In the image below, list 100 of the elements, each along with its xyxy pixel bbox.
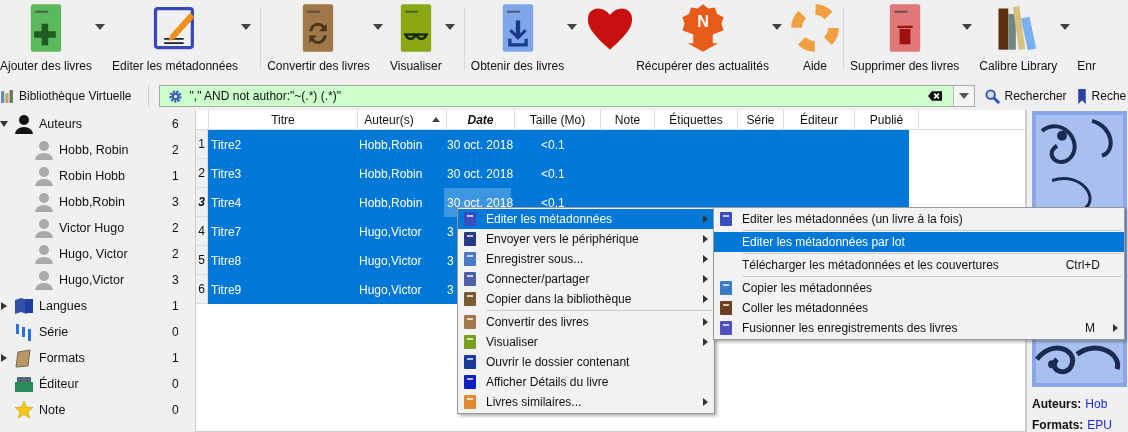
caret-icon: [372, 24, 383, 30]
row-number: 6: [196, 275, 208, 304]
tag-label[interactable]: Hugo,Victor: [59, 273, 172, 287]
table-cell: 30 oct. 2018: [447, 137, 514, 152]
shortcut-label: M: [1085, 321, 1095, 335]
toolbar-button[interactable]: Visualiser: [389, 2, 442, 78]
caret-icon: [962, 24, 973, 30]
menu-item[interactable]: Visualiser: [458, 332, 714, 352]
person-icon: [34, 140, 54, 160]
tag-label[interactable]: Hobb,Robin: [59, 195, 172, 209]
tag-label[interactable]: Hobb, Robin: [59, 143, 172, 157]
expand-arrow-icon[interactable]: [0, 354, 8, 362]
tag-label[interactable]: Éditeur: [39, 377, 172, 391]
column-header[interactable]: Auteur(s): [358, 110, 447, 129]
table-row[interactable]: Titre2 Hobb,Robin 30 oct. 2018 <0.1: [208, 130, 909, 159]
menu-item[interactable]: Editer les métadonnées par lot: [714, 232, 1124, 252]
submenu-arrow-icon: [703, 275, 708, 283]
submenu-arrow-icon: [703, 235, 708, 243]
menu-item[interactable]: Afficher Détails du livre: [458, 372, 714, 392]
tag-label[interactable]: Robin Hobb: [59, 169, 172, 183]
toolbar-button[interactable]: Convertir des livres: [267, 2, 370, 78]
row-number: 5: [196, 246, 208, 275]
column-header[interactable]: Publié: [855, 110, 919, 129]
search-button[interactable]: Rechercher: [984, 84, 1067, 108]
toolbar-button[interactable]: Obtenir des livres: [470, 2, 565, 78]
field-label: Auteurs:: [1032, 396, 1082, 411]
tag-label[interactable]: Langues: [39, 299, 172, 313]
field-link[interactable]: Hob: [1085, 396, 1108, 411]
table-cell: Hugo,Victor: [359, 282, 422, 297]
tag-count: 1: [172, 169, 180, 183]
bookmark-icon: [1076, 88, 1087, 104]
toolbar-button[interactable]: Editer les métadonnées: [112, 2, 239, 78]
clear-icon[interactable]: [927, 91, 942, 101]
table-row[interactable]: Titre3 Hobb,Robin 30 oct. 2018 <0.1: [208, 159, 909, 188]
menu-item[interactable]: Fusionner les enregistrements des livres M: [714, 318, 1124, 338]
tag-label[interactable]: Hugo, Victor: [59, 247, 172, 261]
tag-label[interactable]: Victor Hugo: [59, 221, 172, 235]
menu-item-icon: [718, 280, 734, 296]
menu-item[interactable]: Livres similaires...: [458, 392, 714, 412]
tag-count: 6: [172, 117, 180, 131]
row-number: 4: [196, 217, 208, 246]
toolbar-button[interactable]: Supprimer des livres: [849, 2, 960, 78]
saved-search-button[interactable]: Reche: [1076, 84, 1127, 108]
lifebuoy-icon: [788, 2, 841, 54]
column-header[interactable]: Éditeur: [784, 110, 855, 129]
menu-item[interactable]: Editer les métadonnées: [458, 209, 714, 229]
tag-label[interactable]: Série: [39, 325, 172, 339]
toolbar-button[interactable]: N Récupérer des actualités: [636, 2, 769, 78]
search-field[interactable]: "," AND not author:"~(.*) (.*)": [158, 85, 975, 107]
menu-item-icon: [462, 271, 478, 287]
menu-item-icon: [462, 374, 478, 390]
menu-item-icon: [462, 394, 478, 410]
column-header[interactable]: Étiquettes: [655, 110, 738, 129]
tag-label[interactable]: Formats: [39, 351, 172, 365]
virtual-library-button[interactable]: Bibliothèque Virtuelle: [0, 84, 138, 108]
column-header[interactable]: Date: [447, 110, 515, 129]
menu-item[interactable]: Ouvrir le dossier contenant: [458, 352, 714, 372]
column-header[interactable]: Titre: [209, 110, 358, 129]
table-cell: <0.1: [541, 166, 565, 181]
column-header[interactable]: Note: [601, 110, 655, 129]
tag-count: 2: [172, 143, 180, 157]
column-header[interactable]: Série: [738, 110, 784, 129]
menu-item[interactable]: Convertir des livres: [458, 312, 714, 332]
menu-item[interactable]: Enregistrer sous...: [458, 249, 714, 269]
caret-icon: [444, 24, 455, 30]
column-header[interactable]: Taille (Mo): [515, 110, 601, 129]
menu-item[interactable]: Envoyer vers le périphérique: [458, 229, 714, 249]
search-icon: [984, 88, 1000, 104]
toolbar-button[interactable]: Calibre Library: [979, 2, 1058, 78]
tag-label[interactable]: Auteurs: [39, 117, 172, 131]
menu-item[interactable]: Coller les métadonnées: [714, 298, 1124, 318]
menu-item[interactable]: Connecter/partager: [458, 269, 714, 289]
toolbar-button[interactable]: Aide: [788, 2, 841, 78]
toolbar-button[interactable]: Enr: [1077, 2, 1097, 78]
person-icon: [34, 166, 54, 186]
tag-count: 2: [172, 221, 180, 235]
expand-arrow-icon[interactable]: [0, 120, 8, 128]
tag-count: 0: [172, 325, 180, 339]
sort-arrow-icon: [431, 117, 440, 122]
table-cell: Hugo,Victor: [359, 224, 422, 239]
menu-item-icon: [462, 354, 478, 370]
field-link[interactable]: EPU: [1087, 417, 1113, 432]
table-cell: Titre7: [211, 224, 242, 239]
submenu-arrow-icon: [703, 398, 708, 406]
toolbar-button[interactable]: Ajouter des livres: [0, 2, 93, 78]
table-cell: Hobb,Robin: [359, 166, 423, 181]
table-cell: Titre3: [211, 166, 242, 181]
expand-arrow-icon[interactable]: [0, 302, 8, 310]
menu-item[interactable]: Copier dans la bibliothèque: [458, 289, 714, 309]
menu-item[interactable]: Télécharger les métadonnées et les couvertures Ctrl+D: [714, 255, 1124, 275]
gear-icon: [167, 88, 183, 104]
row-number: 1: [196, 130, 208, 159]
caret-icon: [241, 24, 252, 30]
books-icon: [0, 88, 15, 104]
tag-label[interactable]: Note: [39, 403, 172, 417]
menu-item-icon: [462, 231, 478, 247]
caret-icon: [1060, 24, 1071, 30]
menu-item-icon: [462, 334, 478, 350]
table-cell: Titre8: [211, 253, 242, 268]
menu-item[interactable]: Copier les métadonnées: [714, 278, 1124, 298]
